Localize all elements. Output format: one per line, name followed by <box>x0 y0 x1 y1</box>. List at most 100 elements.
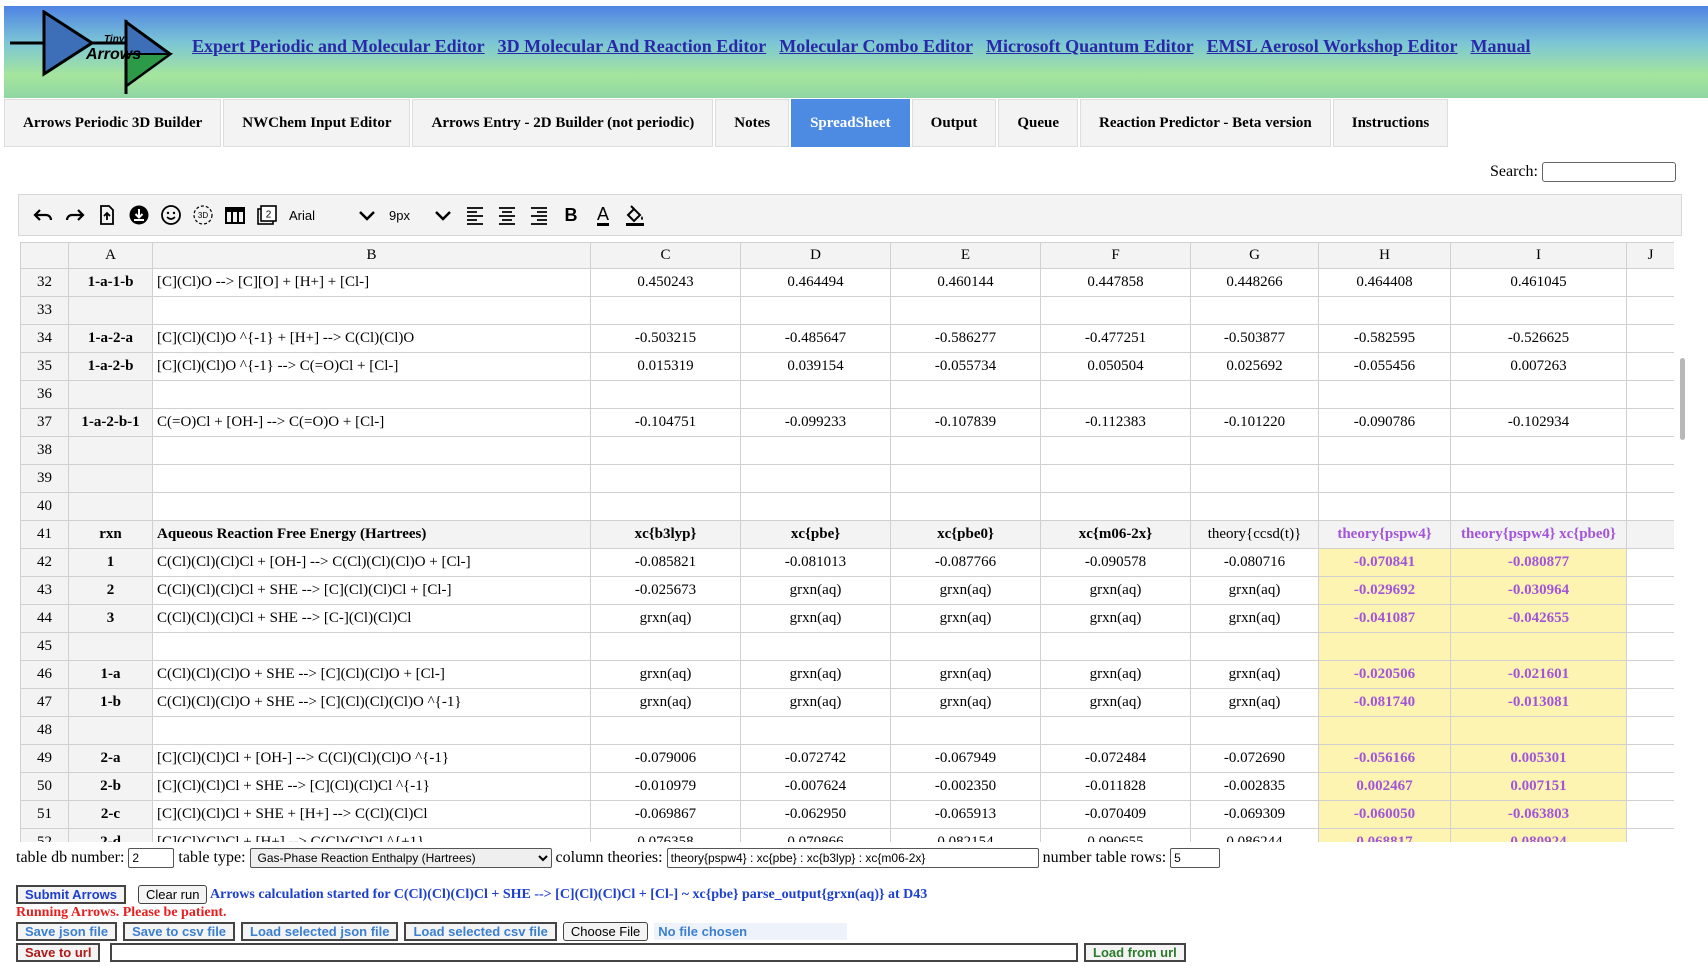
cell-value[interactable] <box>740 716 891 745</box>
cell-value[interactable]: grxn(aq) <box>590 688 741 717</box>
cell-value[interactable] <box>1190 464 1319 493</box>
cell-reaction[interactable] <box>152 380 591 409</box>
column-header[interactable]: A <box>68 242 153 269</box>
cell-value[interactable]: -0.080716 <box>1190 548 1319 577</box>
table-rows-input[interactable] <box>1170 848 1221 868</box>
cell-value[interactable]: 0.464494 <box>740 268 891 297</box>
cell-rxn-id[interactable] <box>68 296 153 325</box>
column-header[interactable]: H <box>1318 242 1451 269</box>
vertical-scrollbar[interactable] <box>1680 358 1685 440</box>
chevron-down-icon[interactable] <box>427 199 459 231</box>
cell-value[interactable]: grxn(aq) <box>1040 604 1191 633</box>
cell-value[interactable]: -0.072484 <box>1040 744 1191 773</box>
cell-value[interactable] <box>1040 632 1191 661</box>
clear-run-button[interactable]: Clear run <box>138 885 208 904</box>
tab-queue[interactable]: Queue <box>998 99 1079 147</box>
cell-value[interactable]: -0.055734 <box>890 352 1041 381</box>
cell-value[interactable]: -0.025673 <box>590 576 741 605</box>
cell-rxn-id[interactable]: 3 <box>68 604 153 633</box>
cell-reaction[interactable] <box>152 436 591 465</box>
cell-value[interactable] <box>1190 380 1319 409</box>
column-header[interactable]: C <box>590 242 741 269</box>
cell-value[interactable]: xc{m06-2x} <box>1040 520 1191 549</box>
download-icon[interactable] <box>123 199 155 231</box>
cell-value[interactable]: -0.070409 <box>1040 800 1191 829</box>
cell-rxn-id[interactable]: 1 <box>68 548 153 577</box>
cell-value[interactable]: -0.112383 <box>1040 408 1191 437</box>
smiley-icon[interactable] <box>155 199 187 231</box>
cell-reaction[interactable]: C(Cl)(Cl)(Cl)Cl + SHE --> [C](Cl)(Cl)Cl … <box>152 576 591 605</box>
cell-value[interactable]: -0.041087 <box>1318 604 1451 633</box>
cell-value[interactable] <box>1626 688 1674 717</box>
cell-value[interactable]: -0.080877 <box>1450 548 1627 577</box>
tab-reaction-predictor[interactable]: Reaction Predictor - Beta version <box>1080 99 1331 147</box>
tab-nwchem-input-editor[interactable]: NWChem Input Editor <box>223 99 411 147</box>
cell-value[interactable]: xc{b3lyp} <box>590 520 741 549</box>
column-header[interactable]: I <box>1450 242 1627 269</box>
cell-rxn-id[interactable]: 2-a <box>68 744 153 773</box>
cell-rxn-id[interactable]: 1-b <box>68 688 153 717</box>
cell-value[interactable] <box>890 380 1041 409</box>
cell-value[interactable]: 0.050504 <box>1040 352 1191 381</box>
cell-rxn-id[interactable]: 1-a-2-a <box>68 324 153 353</box>
cell-value[interactable]: grxn(aq) <box>590 604 741 633</box>
cell-value[interactable]: 0.080924 <box>1450 828 1627 842</box>
cell-value[interactable] <box>1190 716 1319 745</box>
cell-value[interactable]: -0.485647 <box>740 324 891 353</box>
cell-value[interactable]: grxn(aq) <box>740 660 891 689</box>
choose-file-button[interactable]: Choose File <box>562 922 649 941</box>
cell-reaction[interactable]: C(=O)Cl + [OH-] --> C(=O)O + [Cl-] <box>152 408 591 437</box>
cell-value[interactable]: grxn(aq) <box>1190 660 1319 689</box>
cell-value[interactable]: -0.070841 <box>1318 548 1451 577</box>
cell-value[interactable] <box>1190 632 1319 661</box>
link-microsoft-quantum-editor[interactable]: Microsoft Quantum Editor <box>986 36 1194 57</box>
cell-value[interactable] <box>890 716 1041 745</box>
cell-value[interactable]: 0.070866 <box>740 828 891 842</box>
cell-value[interactable] <box>740 464 891 493</box>
cell-value[interactable] <box>740 380 891 409</box>
cell-value[interactable]: 0.068817 <box>1318 828 1451 842</box>
tab-periodic-3d-builder[interactable]: Arrows Periodic 3D Builder <box>4 99 222 147</box>
cell-value[interactable]: 0.025692 <box>1190 352 1319 381</box>
cell-value[interactable] <box>740 632 891 661</box>
chevron-down-icon[interactable] <box>351 199 383 231</box>
cell-value[interactable]: -0.099233 <box>740 408 891 437</box>
upload-file-icon[interactable] <box>91 199 123 231</box>
cell-value[interactable]: 0.007151 <box>1450 772 1627 801</box>
cell-rxn-id[interactable] <box>68 464 153 493</box>
cell-value[interactable] <box>1626 632 1674 661</box>
cell-value[interactable] <box>1040 380 1191 409</box>
cell-value[interactable]: 0.464408 <box>1318 268 1451 297</box>
align-center-icon[interactable] <box>491 199 523 231</box>
column-header[interactable]: G <box>1190 242 1319 269</box>
align-right-icon[interactable] <box>523 199 555 231</box>
cell-value[interactable]: -0.069867 <box>590 800 741 829</box>
cell-value[interactable]: -0.085821 <box>590 548 741 577</box>
cell-rxn-id[interactable] <box>68 716 153 745</box>
cell-value[interactable]: -0.002350 <box>890 772 1041 801</box>
link-3d-molecular-editor[interactable]: 3D Molecular And Reaction Editor <box>498 36 767 57</box>
cell-value[interactable] <box>1040 436 1191 465</box>
cell-value[interactable]: 0.015319 <box>590 352 741 381</box>
cell-reaction[interactable]: [C](Cl)(Cl)Cl + [H+] --> C(Cl)(Cl)Cl ^{+… <box>152 828 591 842</box>
cell-value[interactable] <box>1040 296 1191 325</box>
text-color-icon[interactable]: A <box>587 199 619 231</box>
cell-value[interactable]: 0.076358 <box>590 828 741 842</box>
db-number-input[interactable] <box>128 848 175 868</box>
url-input[interactable] <box>110 943 1078 962</box>
load-csv-button[interactable]: Load selected csv file <box>404 922 557 941</box>
cell-value[interactable]: grxn(aq) <box>890 660 1041 689</box>
save-json-button[interactable]: Save json file <box>16 922 118 941</box>
cell-value[interactable]: -0.079006 <box>590 744 741 773</box>
cell-value[interactable] <box>1626 464 1674 493</box>
cell-value[interactable] <box>1318 296 1451 325</box>
cell-rxn-id[interactable]: 2-b <box>68 772 153 801</box>
cell-value[interactable] <box>1626 324 1674 353</box>
cell-value[interactable] <box>1450 492 1627 521</box>
cell-value[interactable] <box>590 436 741 465</box>
link-manual[interactable]: Manual <box>1471 36 1531 57</box>
cell-value[interactable] <box>1626 660 1674 689</box>
cell-value[interactable] <box>1626 268 1674 297</box>
cell-value[interactable] <box>740 296 891 325</box>
cell-rxn-id[interactable]: 1-a <box>68 660 153 689</box>
